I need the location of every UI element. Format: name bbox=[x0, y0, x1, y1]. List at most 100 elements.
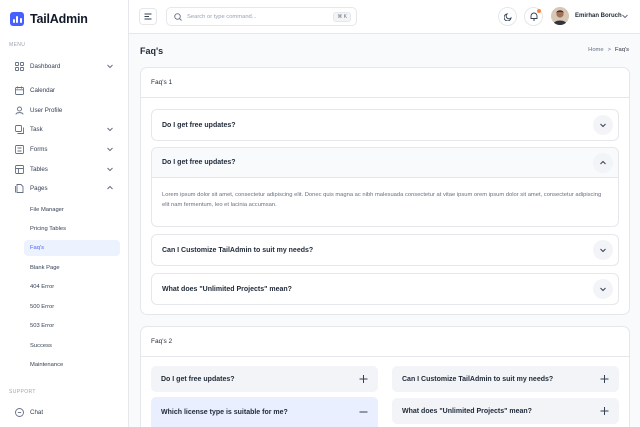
faq-accordion-item-open[interactable]: Do I get free updates? Lorem ipsum dolor… bbox=[151, 147, 619, 227]
task-icon bbox=[14, 124, 24, 134]
faq-accordion-item[interactable]: Do I get free updates? bbox=[151, 366, 378, 392]
minus-icon[interactable] bbox=[359, 408, 368, 417]
faq-question: Do I get free updates? bbox=[162, 159, 236, 166]
faq-question: What does "Unlimited Projects" mean? bbox=[162, 285, 292, 293]
expand-toggle-button[interactable] bbox=[593, 240, 613, 260]
sidebar-item-chat[interactable]: Chat bbox=[10, 404, 120, 420]
faq-question: Can I Customize TailAdmin to suit my nee… bbox=[162, 246, 314, 254]
sidebar-subitem-pricing-tables[interactable]: Pricing Tables bbox=[24, 221, 120, 237]
faq-question: What does "Unlimited Projects" mean? bbox=[402, 407, 532, 415]
plus-icon[interactable] bbox=[600, 407, 609, 416]
plus-icon[interactable] bbox=[359, 375, 368, 384]
faq-question-row[interactable]: Do I get free updates? bbox=[152, 110, 618, 140]
theme-toggle-button[interactable] bbox=[498, 7, 517, 26]
sidebar-subitem-success[interactable]: Success bbox=[24, 338, 120, 354]
breadcrumb: Home > Faq's bbox=[588, 47, 629, 53]
faq-question: Can I Customize TailAdmin to suit my nee… bbox=[402, 375, 554, 383]
faq-card-2: Faq's 2 Do I get free updates? Which lic… bbox=[140, 326, 630, 427]
faq-question: Do I get free updates? bbox=[161, 375, 235, 383]
sidebar-item-label: Calendar bbox=[30, 86, 56, 94]
sidebar-subitem-faqs[interactable]: Faq's bbox=[24, 240, 120, 256]
faq-question-row[interactable]: Can I Customize TailAdmin to suit my nee… bbox=[152, 235, 618, 265]
sidebar-subitem-500-error[interactable]: 500 Error bbox=[24, 299, 120, 315]
moon-icon bbox=[503, 12, 512, 21]
faq-accordion-item[interactable]: Can I Customize TailAdmin to suit my nee… bbox=[392, 366, 619, 392]
faq-accordion-item-open[interactable]: Which license type is suitable for me? bbox=[151, 397, 378, 427]
search-bar[interactable]: ⌘ K bbox=[166, 7, 357, 26]
notifications-button[interactable] bbox=[524, 7, 543, 26]
faq-accordion-item[interactable]: What does "Unlimited Projects" mean? bbox=[392, 398, 619, 424]
sidebar-subitem-blank-page[interactable]: Blank Page bbox=[24, 260, 120, 276]
sidebar-toggle-button[interactable] bbox=[139, 8, 157, 25]
chevron-up-icon bbox=[107, 185, 113, 190]
sidebar-item-dashboard[interactable]: Dashboard bbox=[10, 58, 120, 74]
sidebar: TailAdmin MENU Dashboard Calendar User P… bbox=[0, 0, 129, 427]
faq-question: Which license type is suitable for me? bbox=[161, 408, 288, 416]
faq-card-1: Faq's 1 Do I get free updates? Do I get … bbox=[140, 67, 630, 315]
pages-icon bbox=[14, 183, 24, 193]
chevron-down-icon[interactable] bbox=[621, 12, 629, 20]
avatar[interactable] bbox=[551, 7, 569, 25]
chevron-down-icon bbox=[107, 127, 113, 132]
expand-toggle-button[interactable] bbox=[593, 115, 613, 135]
faq-question: Do I get free updates? bbox=[162, 121, 236, 129]
faq-accordion-item[interactable]: What does "Unlimited Projects" mean? bbox=[151, 273, 619, 305]
user-name[interactable]: Emirhan Boruch bbox=[575, 13, 622, 19]
support-heading: SUPPORT bbox=[9, 389, 36, 395]
chevron-up-icon bbox=[600, 160, 606, 165]
sidebar-item-forms[interactable]: Forms bbox=[10, 141, 120, 157]
notification-dot bbox=[537, 9, 541, 13]
sidebar-item-label: User Profile bbox=[30, 106, 63, 114]
sidebar-subitem-404-error[interactable]: 404 Error bbox=[24, 279, 120, 295]
grid-icon bbox=[14, 61, 24, 71]
sidebar-subitem-503-error[interactable]: 503 Error bbox=[24, 318, 120, 334]
sidebar-item-pages[interactable]: Pages bbox=[10, 180, 120, 196]
sidebar-subitem-file-manager[interactable]: File Manager bbox=[24, 202, 120, 218]
sidebar-subitem-maintenance[interactable]: Maintenance bbox=[24, 357, 120, 373]
sidebar-item-label: Task bbox=[30, 125, 43, 133]
plus-icon[interactable] bbox=[600, 375, 609, 384]
sidebar-item-user-profile[interactable]: User Profile bbox=[10, 102, 120, 118]
search-shortcut-badge: ⌘ K bbox=[333, 12, 351, 22]
breadcrumb-home-link[interactable]: Home bbox=[588, 47, 603, 53]
breadcrumb-current: Faq's bbox=[615, 47, 629, 53]
table-icon bbox=[14, 164, 24, 174]
brand-name: TailAdmin bbox=[30, 12, 88, 26]
sidebar-item-calendar[interactable]: Calendar bbox=[10, 82, 120, 98]
sidebar-item-label: Forms bbox=[30, 145, 48, 153]
user-avatar-image bbox=[551, 7, 569, 25]
faq-question-row[interactable]: What does "Unlimited Projects" mean? bbox=[152, 274, 618, 304]
sidebar-item-label: Pages bbox=[30, 184, 48, 192]
card-title: Faq's 1 bbox=[151, 79, 173, 86]
sidebar-item-label: Dashboard bbox=[30, 62, 61, 70]
breadcrumb-separator: > bbox=[607, 47, 611, 53]
hamburger-icon bbox=[144, 13, 152, 20]
sidebar-item-tables[interactable]: Tables bbox=[10, 161, 120, 177]
sidebar-item-label: Tables bbox=[30, 165, 48, 173]
sidebar-item-task[interactable]: Task bbox=[10, 121, 120, 137]
chevron-down-icon bbox=[600, 123, 606, 128]
divider bbox=[141, 356, 629, 357]
page-title: Faq's bbox=[140, 46, 164, 56]
chevron-down-icon bbox=[600, 287, 606, 292]
menu-heading: MENU bbox=[9, 42, 26, 48]
sidebar-item-label: Chat bbox=[30, 408, 44, 416]
chat-icon bbox=[14, 407, 24, 417]
chevron-down-icon bbox=[107, 64, 113, 69]
brand-logo-icon bbox=[10, 12, 24, 26]
collapse-toggle-button[interactable] bbox=[593, 153, 613, 173]
faq-question-row[interactable]: Do I get free updates? bbox=[152, 148, 618, 178]
card-title: Faq's 2 bbox=[151, 338, 173, 345]
search-icon bbox=[174, 12, 182, 21]
faq-accordion-item[interactable]: Can I Customize TailAdmin to suit my nee… bbox=[151, 234, 619, 266]
forms-icon bbox=[14, 144, 24, 154]
user-icon bbox=[14, 105, 24, 115]
bell-icon bbox=[530, 12, 537, 21]
brand[interactable]: TailAdmin bbox=[10, 12, 88, 26]
search-input[interactable] bbox=[187, 13, 327, 20]
expand-toggle-button[interactable] bbox=[593, 279, 613, 299]
chevron-down-icon bbox=[600, 248, 606, 253]
faq-accordion-item[interactable]: Do I get free updates? bbox=[151, 109, 619, 141]
calendar-icon bbox=[14, 85, 24, 95]
faq-answer: Lorem ipsum dolor sit amet, consectetur … bbox=[162, 192, 602, 208]
